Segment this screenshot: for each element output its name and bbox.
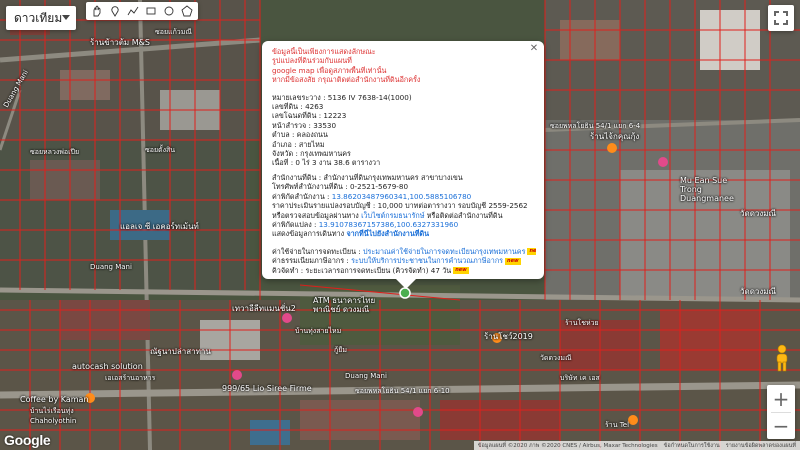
zoom-out-button[interactable]: − [767,412,795,439]
parcel-info-window: ✕ ข้อมูลนี้เป็นเพียงการแสดงลักษณะ รูปแปล… [262,41,544,289]
report-error-link[interactable]: รายงานข้อผิดพลาดของแผนที่ [726,442,796,450]
route-row: แสดงข้อมูลการเดินทาง จากที่นี่ไปยังสำนัก… [272,229,536,238]
marker-icon[interactable] [107,3,123,19]
map-label: ร้านข้าวต้ม M&S [90,38,150,47]
treasury-website-link[interactable]: เว็บไซต์กรมธนารักษ์ [361,211,424,220]
route-prefix: แสดงข้อมูลการเดินทาง [272,229,347,239]
new-badge: new [527,248,536,256]
inquiry-suffix: หรือติดต่อสำนักงานที่ดิน [424,210,503,220]
zoom-control: + − [767,385,795,439]
fee-row: คิวจัดทำ : ระยะเวลารอการจดทะเบียน (คิวรจ… [272,266,536,275]
queue-time-value: ระยะเวลารอการจดทะเบียน (คิวรจัดทำ) 47 วั… [305,265,452,275]
tax-calculator-link[interactable]: ระบบให้บริการประชาชนในการคำนวณภาษีอากร [351,256,503,265]
field-parcel-number: เลขที่ดิน : 4263 [272,102,324,112]
map-label: 999/65 Lio Siree Firme [222,384,312,393]
map-label: ซอยตั้งสิน [145,146,176,154]
registration-cost-link[interactable]: ประมาณค่าใช้จ่ายในการจดทะเบียนกรุงเทพมหา… [363,247,525,256]
map-label: วัดดวงมณี [740,209,776,218]
notice-line: รูปแปลงที่ดินร่วมกับแผนที่ [272,56,352,66]
map-data-credit: ข้อมูลแผนที่ ©2020 ภาพ ©2020 CNES / Airb… [477,442,658,449]
notice-line: google map เพื่อดูสภาพพื้นที่เท่านั้น [272,65,387,75]
office-coordinate-link[interactable]: 13.86203487960341,100.5885106780 [332,192,471,201]
fee-label: คิวจัดทำ : [272,265,306,275]
fee-row: ค่าธรรมเนียมภาษีอากร : ระบบให้บริการประช… [272,256,536,265]
route-link[interactable]: จากที่นี่ไปยังสำนักงานที่ดิน [346,229,429,238]
hand-icon[interactable] [89,3,105,19]
map-label: ณัฐนาปล่าสาทาน [150,347,211,356]
field-survey-page: หน้าสำรวจ : 33530 [272,120,337,130]
land-coordinate-label: ค่าพิกัดแปลง : [272,219,319,229]
map-label: แอลเจ ซี เอคอร์ทเม้นท์ [120,222,199,231]
new-badge: new [453,267,469,275]
map-label: ร้าน Tel [605,421,630,429]
field-sheet-number: หมายเลขระวาง : 5136 IV 7638-14(1000) [272,92,412,102]
drawing-toolbar [86,2,198,20]
map-label: ซอยหลวงพ่อเปีย [30,148,80,156]
field-land-office: สำนักงานที่ดิน : สำนักงานที่ดินกรุงเทพมห… [272,172,463,182]
fee-label: ค่าธรรมเนียมภาษีอากร : [272,256,352,266]
land-coordinate-row: ค่าพิกัดแปลง : 13.91078367157386,100.632… [272,220,536,229]
map-label: autocash solution [72,362,143,371]
fullscreen-button[interactable] [768,5,794,31]
map-type-label: ดาวเทียม [14,10,63,25]
map-label: Coffee by Kaman [20,395,89,404]
map-label: บ้านทุ่งสายไหม [295,327,342,335]
zoom-divider [771,412,791,413]
map-label: Duang Mani [90,263,132,271]
map-label: บ้านไร่เรือนทุ่ง [30,407,74,415]
map-label: เทวาอีลีทแมนชั่น2 [232,304,296,313]
zoom-in-button[interactable]: + [767,385,795,412]
fullscreen-icon [774,11,788,25]
map-label: ร้านโชว์2019 [484,332,533,341]
map-label: ซอยพหลโยธิน 54/1 แยก 6-4 [550,122,641,130]
map-label: Mu Ean Sue Trong Duangmanee [680,176,734,203]
map-label: เอเอสร้านอาหาร [105,374,156,382]
map-label: ร้านโชห่วย [565,319,599,327]
map-label: ATM ธนาคารไทย พาณิชย์ ดวงมณี [313,296,376,314]
rectangle-icon[interactable] [143,3,159,19]
selected-parcel-marker[interactable] [399,287,411,299]
field-area: เนื้อที่ : 0 ไร่ 3 งาน 38.6 ตารางวา [272,158,381,168]
map-type-dropdown[interactable]: ดาวเทียม [6,6,76,30]
polygon-icon[interactable] [179,3,195,19]
field-province: จังหวัด : กรุงเทพมหานคร [272,149,351,159]
terms-link[interactable]: ข้อกำหนดในการใช้งาน [664,442,720,450]
map-label: กู้ยืม [334,346,347,354]
attribution-bar: ข้อมูลแผนที่ ©2020 ภาพ ©2020 CNES / Airb… [473,441,800,450]
info-window-pointer [396,279,416,289]
circle-icon[interactable] [161,3,177,19]
map-label: วัดดวงมณี [540,354,572,362]
map-label: ซอยพหลโยธิน 54/1 แยก 6-10 [355,387,450,395]
inquiry-row: หรือตรวจสอบข้อมูลผ่านทาง เว็บไซต์กรมธนาร… [272,211,536,220]
inquiry-prefix: หรือตรวจสอบข้อมูลผ่านทาง [272,210,362,220]
office-coordinate-label: ค่าพิกัดสำนักงาน : [272,191,332,201]
map-label: Chaholyothin [30,417,77,425]
map-label: Duang Mani [345,372,387,380]
field-subdistrict: ตำบล : คลองถนน [272,130,328,140]
close-icon[interactable]: ✕ [528,43,540,55]
street-view-pegman-icon[interactable] [772,344,792,372]
field-deed-number: เลขโฉนดที่ดิน : 12223 [272,111,347,121]
map-label: วัดดวงมณี [740,287,776,296]
polyline-icon[interactable] [125,3,141,19]
office-coordinate-row: ค่าพิกัดสำนักงาน : 13.86203487960341,100… [272,192,536,201]
map-label: ซอยแก้วมณี [155,28,192,36]
google-logo: Google [4,432,51,448]
new-badge: new [505,257,521,265]
field-office-phone: โทรศัพท์สำนักงานที่ดิน : 0-2521-5679-80 [272,182,409,192]
map-label: บริษัท เค เอส [560,374,600,382]
notice-line: หากมีข้อสงสัย กรุณาติดต่อสำนักงานที่ดินอ… [272,75,421,85]
fee-row: ค่าใช้จ่ายในการจดทะเบียน : ประมาณค่าใช้จ… [272,247,536,256]
land-coordinate-link[interactable]: 13.91078367157386,100.6327331960 [319,220,458,229]
notice-line: ข้อมูลนี้เป็นเพียงการแสดงลักษณะ [272,47,376,56]
appraisal-price: ราคาประเมินรายแปลงรอบบัญชี : 10,000 บาทต… [272,201,528,211]
fee-label: ค่าใช้จ่ายในการจดทะเบียน : [272,246,363,256]
field-district: อำเภอ : สายไหม [272,139,325,149]
chevron-down-icon [62,15,70,20]
